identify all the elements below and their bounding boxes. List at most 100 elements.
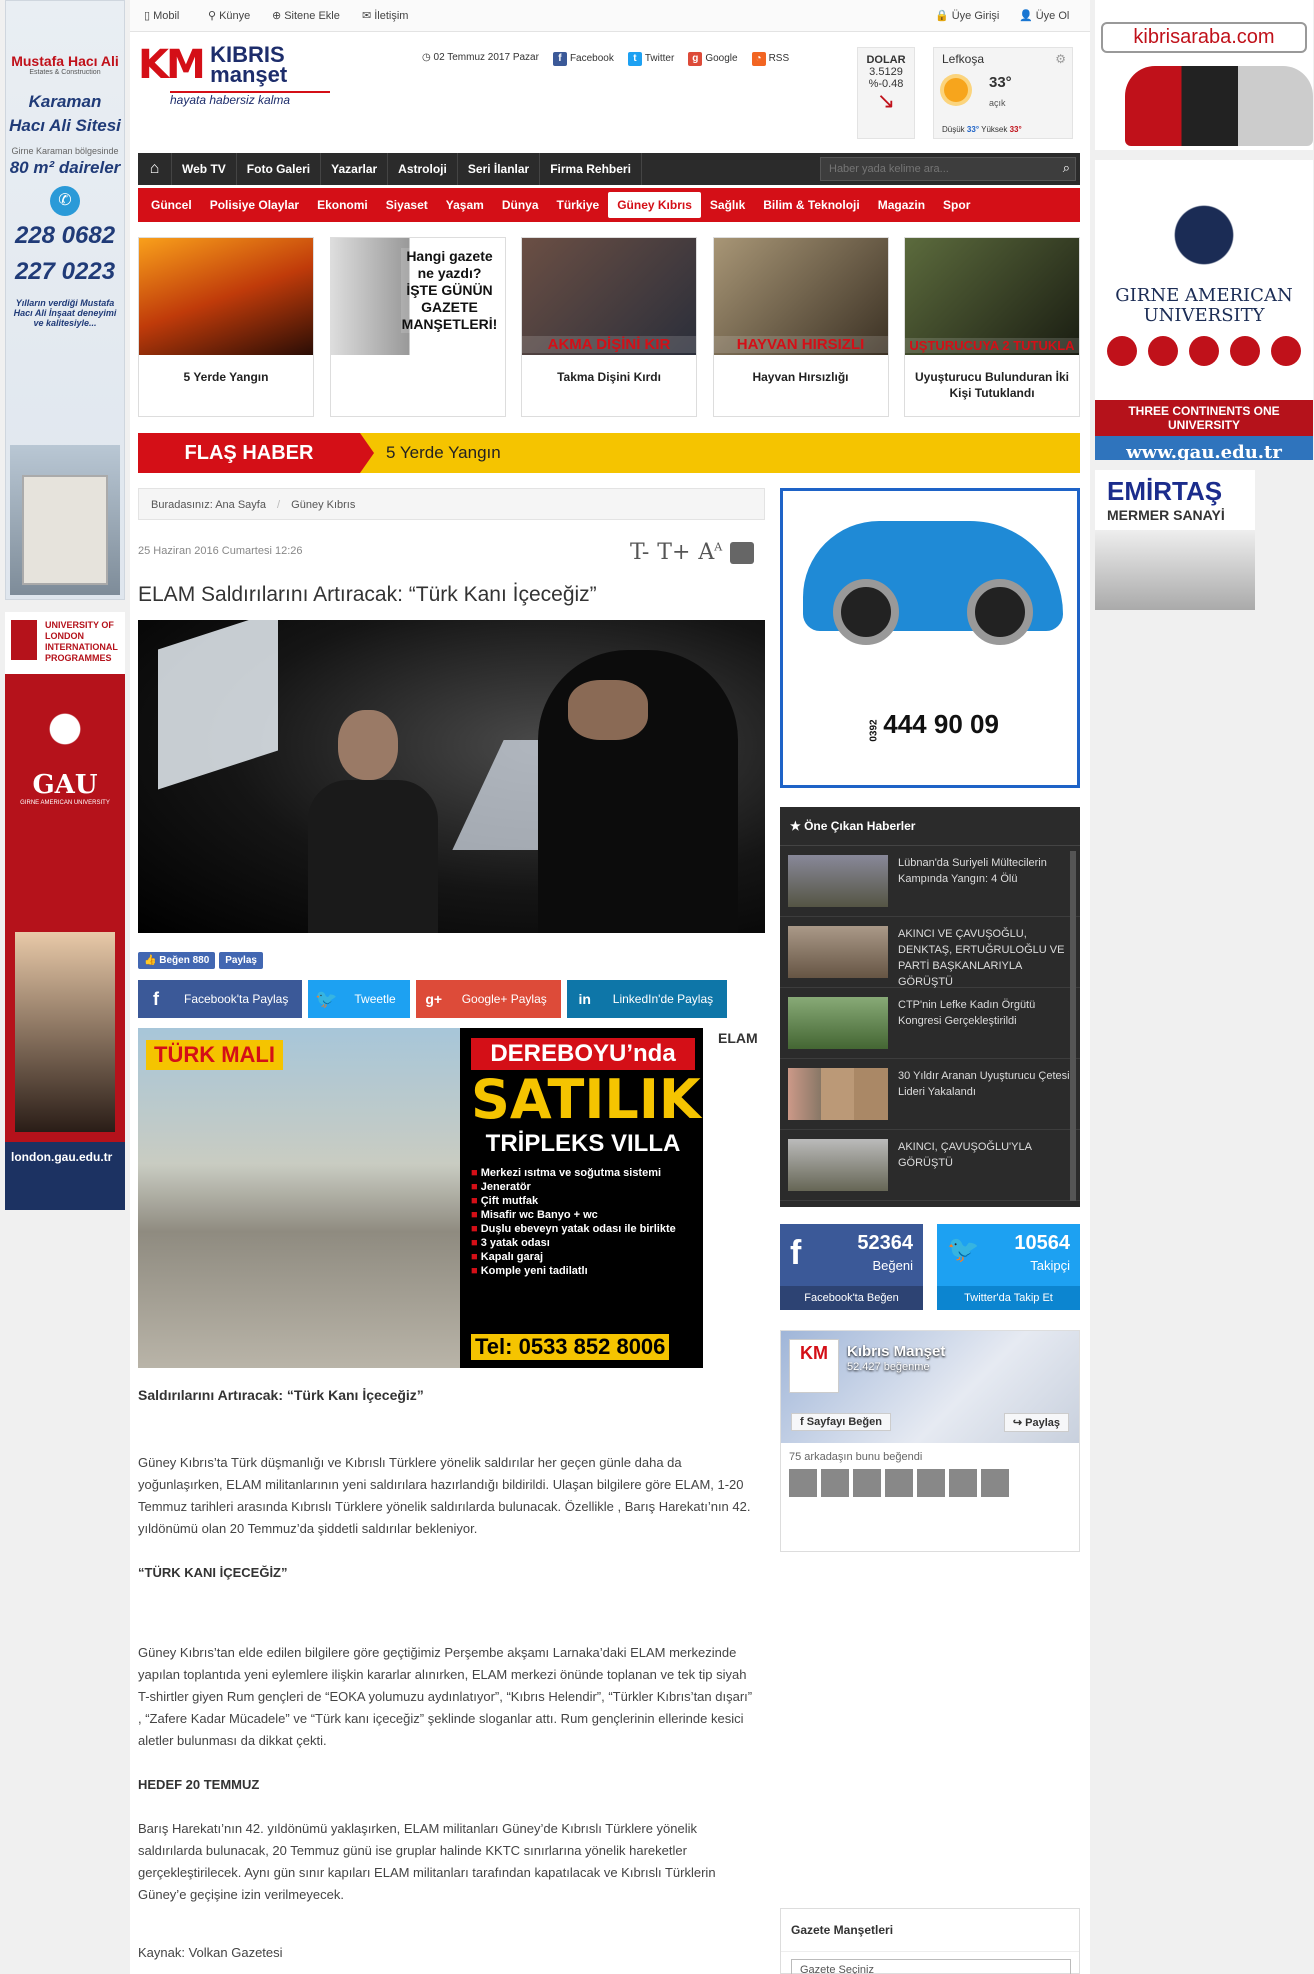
- gau-name: GIRNE AMERICAN UNIVERSITY: [1115, 285, 1293, 326]
- cat-spor[interactable]: Spor: [934, 192, 979, 218]
- weather-widget: Lefkoşa ⚙ 33° açık Düşük 33° Yüksek 33°: [933, 47, 1073, 139]
- news-card[interactable]: 5 Yerde Yangın: [138, 237, 314, 417]
- scrollbar[interactable]: [1070, 851, 1076, 1201]
- breadcrumb-current[interactable]: Güney Kıbrıs: [291, 499, 355, 511]
- gazete-select[interactable]: Gazete Seçiniz: [791, 1959, 1071, 1974]
- ad-tag: Yılların verdiği Mustafa Hacı Ali İnşaat…: [13, 298, 117, 328]
- villa-image: [138, 1028, 460, 1368]
- down-arrow-icon: ↘: [876, 88, 896, 113]
- flags-row: [1095, 326, 1313, 366]
- mail-icon: ✉: [362, 10, 372, 22]
- search-icon[interactable]: ⌕: [1063, 160, 1070, 176]
- mobile-link[interactable]: ▯ Mobil: [144, 9, 179, 22]
- list-item[interactable]: AKINCI, ÇAVUŞOĞLU'YLA GÖRÜŞTÜ: [780, 1130, 1080, 1201]
- rss-link[interactable]: ◔ RSS: [751, 52, 789, 66]
- nav-foto-galeri[interactable]: Foto Galeri: [237, 153, 322, 185]
- cat-guncel[interactable]: Güncel: [142, 192, 201, 218]
- cat-ekonomi[interactable]: Ekonomi: [308, 192, 377, 218]
- list-item[interactable]: Lübnan'da Suriyeli Mültecilerin Kampında…: [780, 846, 1080, 917]
- fb-like-button[interactable]: 👍 Beğen 880: [138, 952, 216, 969]
- home-icon[interactable]: ⌂: [138, 153, 172, 185]
- satilik-label: SATILIK: [471, 1068, 701, 1131]
- fb-page-share-button[interactable]: ↪ Paylaş: [1003, 1413, 1069, 1432]
- font-increase-icon[interactable]: T+: [657, 540, 690, 565]
- villa-ad[interactable]: TÜRK MALI DEREBOYU’nda SATILIK TRİPLEKS …: [138, 1028, 703, 1368]
- font-reset-icon[interactable]: AA: [698, 540, 722, 565]
- search-input[interactable]: [820, 157, 1076, 181]
- emirtas-name: EMİRTAŞ: [1107, 476, 1223, 506]
- fb-page-like-button[interactable]: f Sayfayı Beğen: [791, 1413, 891, 1431]
- plus-icon: ⊕: [272, 10, 282, 22]
- header-meta: ◷ 02 Temmuz 2017 Pazar f Facebook t Twitte…: [422, 52, 789, 66]
- twitter-icon: 🐦: [947, 1234, 980, 1264]
- news-card[interactable]: AKMA DİŞİNİ KIR Takma Dişini Kırdı: [521, 237, 697, 417]
- cat-siyaset[interactable]: Siyaset: [377, 192, 437, 218]
- cat-polisiye[interactable]: Polisiye Olaylar: [201, 192, 308, 218]
- cat-guney-kibris[interactable]: Güney Kıbrıs: [608, 192, 701, 218]
- ad-brand: Mustafa Hacı Ali: [11, 53, 119, 69]
- weather-range: Düşük 33° Yüksek 33°: [942, 125, 1022, 134]
- login-link[interactable]: 🔒 Üye Girişi: [935, 9, 999, 22]
- facebook-icon: f: [790, 1234, 802, 1272]
- gau-london-url: london.gau.edu.tr: [11, 1150, 113, 1164]
- news-text: 30 Yıldır Aranan Uyuşturucu Çetesi Lider…: [898, 1070, 1070, 1098]
- flash-news-bar[interactable]: FLAŞ HABER 5 Yerde Yangın: [138, 433, 1080, 473]
- gear-icon[interactable]: ⚙: [1055, 52, 1066, 66]
- news-text: Lübnan'da Suriyeli Mültecilerin Kampında…: [898, 857, 1047, 885]
- share-google-button[interactable]: g+ Google+ Paylaş: [415, 980, 561, 1018]
- breadcrumb-prefix: Buradasınız:: [151, 499, 213, 511]
- register-link[interactable]: 👤 Üye Ol: [1019, 9, 1069, 22]
- right-ad-gau[interactable]: GIRNE AMERICAN UNIVERSITY THREE CONTINEN…: [1095, 160, 1313, 460]
- flash-text[interactable]: 5 Yerde Yangın: [386, 443, 501, 463]
- hyundai-ad[interactable]: 0392 444 90 09: [780, 488, 1080, 788]
- cat-bilim[interactable]: Bilim & Teknoloji: [754, 192, 868, 218]
- site-logo[interactable]: KM KIBRIS manşet hayata habersiz kalma: [138, 44, 330, 107]
- right-ad-kibrisaraba[interactable]: kibrisaraba.com: [1095, 0, 1313, 150]
- add-site-link[interactable]: ⊕ Sitene Ekle: [272, 9, 340, 22]
- nav-yazarlar[interactable]: Yazarlar: [321, 153, 389, 185]
- right-ad-emirtas[interactable]: EMİRTAŞ MERMER SANAYİ: [1095, 470, 1255, 610]
- cat-dunya[interactable]: Dünya: [493, 192, 548, 218]
- nav-firma-rehberi[interactable]: Firma Rehberi: [540, 153, 642, 185]
- news-card[interactable]: UŞTURUCUYA 2 TUTUKLA Uyuşturucu Bulundur…: [904, 237, 1080, 417]
- left-ad-mustafa-haci-ali[interactable]: Mustafa Hacı Ali Estates & Construction …: [5, 0, 125, 600]
- gau-url: www.gau.edu.tr: [1126, 442, 1282, 460]
- article-date: 25 Haziran 2016 Cumartesi 12:26: [138, 545, 303, 557]
- nav-seri-ilanlar[interactable]: Seri İlanlar: [458, 153, 541, 185]
- list-item[interactable]: 30 Yıldır Aranan Uyuşturucu Çetesi Lider…: [780, 1059, 1080, 1130]
- cat-turkiye[interactable]: Türkiye: [548, 192, 609, 218]
- google-link[interactable]: g Google: [688, 52, 738, 66]
- twitter-link[interactable]: t Twitter: [627, 52, 674, 66]
- fb-share-button[interactable]: Paylaş: [219, 952, 263, 969]
- cat-magazin[interactable]: Magazin: [869, 192, 934, 218]
- print-icon[interactable]: [730, 542, 755, 564]
- phone-icon: ✆: [50, 186, 80, 216]
- featured-news-widget: ★ Öne Çıkan Haberler Lübnan'da Suriyeli …: [780, 807, 1080, 1207]
- contact-link[interactable]: ✉ İletişim: [362, 9, 408, 22]
- breadcrumb-home[interactable]: Ana Sayfa: [215, 499, 266, 511]
- facebook-link[interactable]: f Facebook: [552, 52, 614, 66]
- left-ad-gau-london[interactable]: UNIVERSITY OF LONDON INTERNATIONAL PROGR…: [5, 612, 125, 1210]
- share-twitter-button[interactable]: 🐦 Tweetle: [308, 980, 410, 1018]
- uol-text: UNIVERSITY OF LONDON INTERNATIONAL PROGR…: [5, 612, 125, 674]
- cat-yasam[interactable]: Yaşam: [437, 192, 493, 218]
- news-card[interactable]: HAYVAN HIRSIZLI Hayvan Hırsızlığı: [712, 237, 889, 417]
- nav-astroloji[interactable]: Astroloji: [388, 153, 458, 185]
- list-item[interactable]: AKINCI VE ÇAVUŞOĞLU, DENKTAŞ, ERTUĞRULOĞ…: [780, 917, 1080, 988]
- cat-saglik[interactable]: Sağlık: [701, 192, 754, 218]
- facebook-counter[interactable]: f 52364 Beğeni Facebook'ta Beğen: [780, 1224, 923, 1310]
- kunye-link[interactable]: ⚲ Künye: [208, 9, 250, 22]
- twitter-counter[interactable]: 🐦 10564 Takipçi Twitter'da Takip Et: [937, 1224, 1080, 1310]
- article-title: ELAM Saldırılarını Artıracak: “Türk Kanı…: [138, 583, 597, 606]
- nav-web-tv[interactable]: Web TV: [172, 153, 237, 185]
- graduate-image: [15, 932, 115, 1132]
- list-item[interactable]: CTP'nin Lefke Kadın Örgütü Kongresi Gerç…: [780, 988, 1080, 1059]
- share-facebook-button[interactable]: f Facebook'ta Paylaş: [138, 980, 303, 1018]
- news-text: AKINCI, ÇAVUŞOĞLU'YLA GÖRÜŞTÜ: [898, 1141, 1032, 1169]
- font-decrease-icon[interactable]: T-: [630, 540, 649, 565]
- card-image: UŞTURUCUYA 2 TUTUKLA: [905, 238, 1079, 355]
- news-card[interactable]: Hangi gazete ne yazdı? İŞTE GÜNÜN GAZETE…: [329, 237, 506, 417]
- fb-page-name[interactable]: Kıbrıs Manşet: [847, 1343, 945, 1360]
- card-image: HAYVAN HIRSIZLI: [713, 238, 888, 355]
- share-linkedin-button[interactable]: in LinkedIn'de Paylaş: [566, 980, 728, 1018]
